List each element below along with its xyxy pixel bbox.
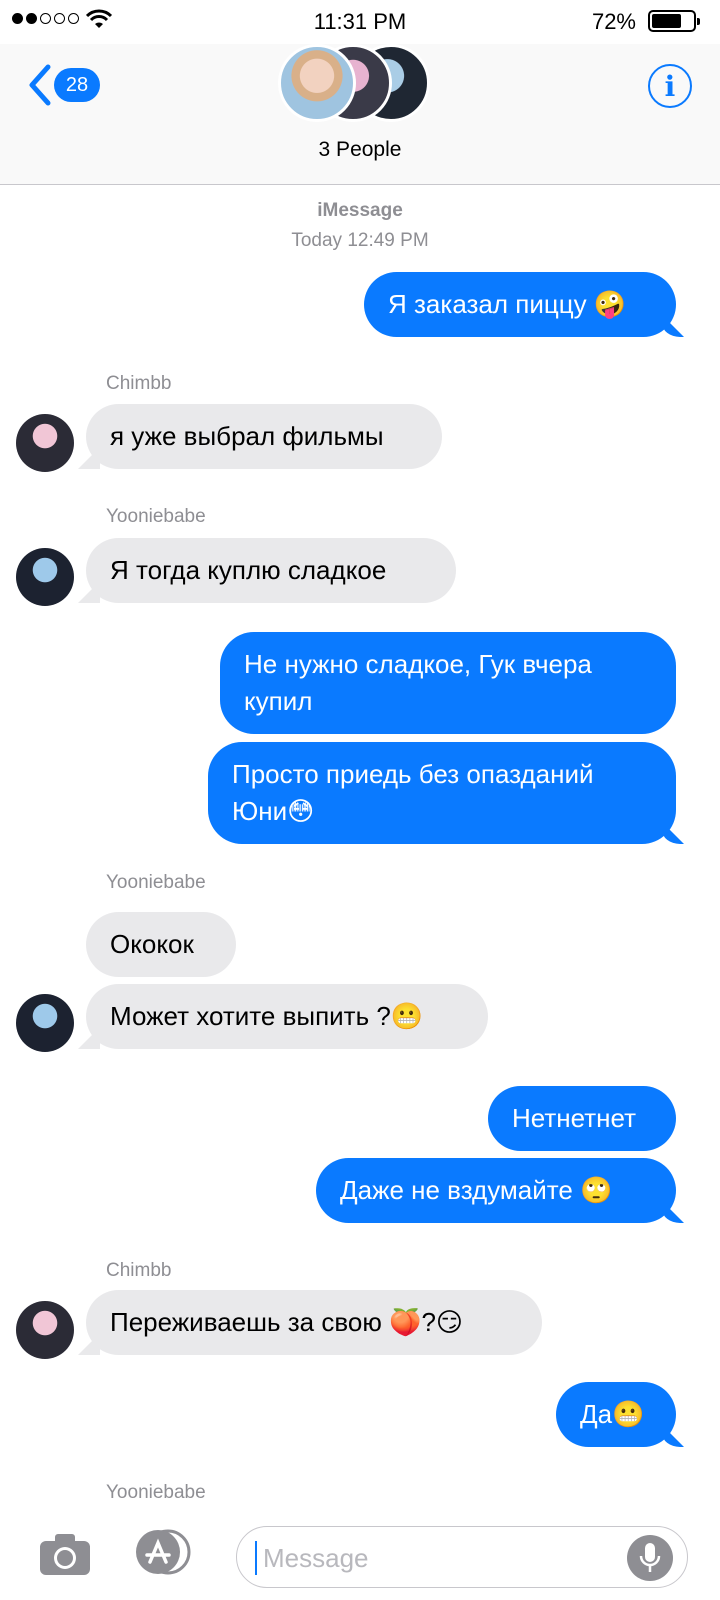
- back-button[interactable]: 28: [26, 62, 100, 108]
- avatar: [278, 44, 356, 122]
- incoming-message[interactable]: Ококок: [86, 912, 236, 977]
- outgoing-message[interactable]: Просто приедь без опазданий Юни😳: [208, 742, 676, 844]
- outgoing-message[interactable]: Не нужно сладкое, Гук вчера купил: [220, 632, 676, 734]
- group-avatars[interactable]: [278, 44, 438, 124]
- incoming-message[interactable]: я уже выбрал фильмы: [86, 404, 442, 469]
- outgoing-message[interactable]: Да😬: [556, 1382, 676, 1447]
- message-placeholder: Message: [263, 1543, 369, 1573]
- unread-count-badge: 28: [54, 68, 100, 102]
- info-icon[interactable]: i: [648, 64, 692, 108]
- battery-icon: [648, 10, 700, 32]
- outgoing-message[interactable]: Я заказал пиццу 🤪: [364, 272, 676, 337]
- battery-percent: 72%: [591, 9, 636, 34]
- sender-name: Chimbb: [106, 373, 172, 394]
- sender-avatar[interactable]: [16, 414, 74, 472]
- microphone-icon[interactable]: [627, 1535, 673, 1581]
- sender-name: Chimbb: [106, 1260, 172, 1281]
- outgoing-message[interactable]: Даже не вздумайте 🙄: [316, 1158, 676, 1223]
- incoming-message[interactable]: Переживаешь за свою 🍑?😏: [86, 1290, 542, 1355]
- camera-icon[interactable]: [38, 1531, 92, 1577]
- sender-avatar[interactable]: [16, 1301, 74, 1359]
- conversation-header: 28 3 People i: [0, 44, 720, 185]
- text-caret: [255, 1541, 257, 1575]
- incoming-message[interactable]: Может хотите выпить ?😬: [86, 984, 488, 1049]
- sender-name: Yooniebabe: [106, 506, 206, 527]
- app-store-icon[interactable]: [130, 1529, 192, 1575]
- message-input[interactable]: Message: [236, 1526, 688, 1588]
- sender-avatar[interactable]: [16, 548, 74, 606]
- sender-name: Yooniebabe: [106, 872, 206, 893]
- chevron-left-icon: [29, 64, 51, 106]
- service-label: iMessage: [317, 200, 403, 221]
- sender-avatar[interactable]: [16, 994, 74, 1052]
- status-bar: 11:31 PM 72%: [0, 0, 720, 44]
- compose-bar: Message: [0, 1512, 720, 1600]
- outgoing-message[interactable]: Нетнетнет: [488, 1086, 676, 1151]
- group-title[interactable]: 3 People: [0, 138, 720, 162]
- sender-name: Yooniebabe: [106, 1482, 206, 1503]
- incoming-message[interactable]: Я тогда куплю сладкое: [86, 538, 456, 603]
- thread-timestamp: Today 12:49 PM: [291, 230, 429, 251]
